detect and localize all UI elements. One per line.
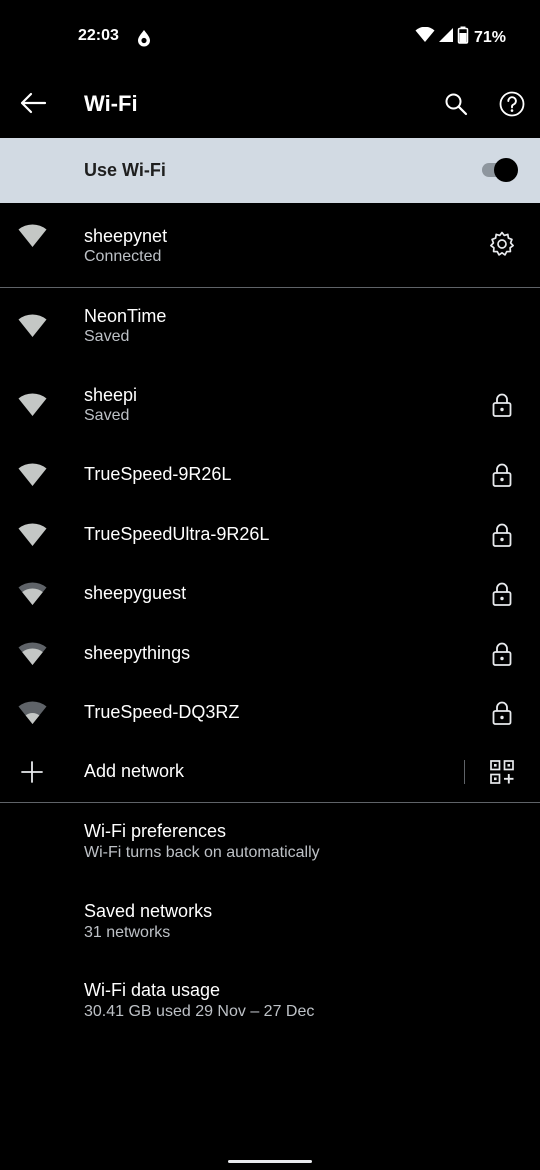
- preference-summary: Wi-Fi turns back on automatically: [84, 844, 320, 861]
- network-name: sheepythings: [84, 643, 191, 663]
- network-row[interactable]: TrueSpeedUltra-9R26L: [0, 505, 540, 565]
- network-name: TrueSpeed-DQ3RZ: [84, 702, 240, 722]
- lock-icon: [489, 700, 515, 726]
- wifi-three-bars-icon: [17, 582, 48, 606]
- use-wifi-label: Use Wi-Fi: [84, 160, 166, 180]
- add-network-label: Add network: [84, 761, 185, 781]
- preference-summary: 30.41 GB used 29 Nov – 27 Dec: [84, 1003, 315, 1020]
- network-name: sheepynet: [84, 226, 168, 246]
- wifi-full-icon: [17, 393, 48, 417]
- saved-networks-item[interactable]: Saved networks 31 networks: [0, 893, 540, 953]
- gear-icon: [489, 231, 515, 262]
- add-network-row[interactable]: Add network: [0, 742, 460, 802]
- wifi-full-icon: [17, 224, 48, 248]
- search-icon: [444, 92, 468, 121]
- network-status: Saved: [84, 407, 130, 424]
- wifi-preferences-item[interactable]: Wi-Fi preferences Wi-Fi turns back on au…: [0, 813, 540, 873]
- help-button[interactable]: [497, 91, 527, 121]
- help-icon: [499, 91, 525, 122]
- wifi-two-bars-icon: [17, 701, 48, 725]
- wifi-signal-icon: [415, 26, 435, 48]
- section-divider: [0, 802, 540, 803]
- back-button[interactable]: [16, 88, 50, 122]
- page-title: Wi-Fi: [84, 91, 138, 116]
- network-row[interactable]: sheepyguest: [0, 564, 540, 624]
- preference-title: Wi-Fi preferences: [84, 821, 227, 841]
- network-status: Saved: [84, 328, 130, 345]
- network-row[interactable]: TrueSpeed-9R26L: [0, 445, 540, 505]
- network-name: sheepyguest: [84, 583, 187, 603]
- wifi-three-bars-icon: [17, 642, 48, 666]
- network-row[interactable]: sheepythings: [0, 624, 540, 684]
- preference-title: Wi-Fi data usage: [84, 980, 221, 1000]
- add-network-separator: [464, 760, 465, 784]
- qr-scan-button[interactable]: [489, 759, 515, 785]
- network-name: sheepi: [84, 385, 138, 405]
- network-row[interactable]: NeonTime Saved: [0, 298, 540, 358]
- wifi-full-icon: [17, 314, 48, 338]
- section-divider: [0, 287, 540, 288]
- qr-code-scan-icon: [489, 760, 515, 789]
- battery-icon: [457, 26, 469, 49]
- app-bar: Wi-Fi: [0, 74, 540, 138]
- lock-icon: [489, 581, 515, 607]
- status-icons: 71%: [415, 26, 506, 49]
- connected-network-row[interactable]: sheepynet Connected: [0, 206, 540, 266]
- lock-icon: [489, 462, 515, 488]
- wifi-toggle[interactable]: [478, 158, 520, 182]
- network-name: TrueSpeedUltra-9R26L: [84, 524, 270, 544]
- drop-icon: [136, 29, 152, 47]
- network-name: TrueSpeed-9R26L: [84, 464, 232, 484]
- toggle-thumb: [494, 158, 518, 182]
- wifi-full-icon: [17, 463, 48, 487]
- plus-icon: [20, 760, 44, 784]
- status-time: 22:03: [78, 27, 119, 44]
- network-row[interactable]: TrueSpeed-DQ3RZ: [0, 683, 540, 743]
- status-bar: 22:03 71%: [0, 0, 540, 74]
- preference-summary: 31 networks: [84, 924, 171, 941]
- cell-signal-icon: [438, 27, 454, 48]
- network-row[interactable]: sheepi Saved: [0, 377, 540, 437]
- network-name: NeonTime: [84, 306, 167, 326]
- battery-percent: 71%: [473, 28, 506, 46]
- lock-icon: [489, 392, 515, 418]
- lock-icon: [489, 522, 515, 548]
- wifi-data-usage-item[interactable]: Wi-Fi data usage 30.41 GB used 29 Nov – …: [0, 972, 540, 1032]
- lock-icon: [489, 641, 515, 667]
- home-indicator[interactable]: [228, 1160, 312, 1163]
- network-status: Connected: [84, 248, 162, 265]
- wifi-full-icon: [17, 523, 48, 547]
- search-button[interactable]: [440, 90, 472, 122]
- network-settings-button[interactable]: [489, 231, 515, 262]
- back-arrow-icon: [19, 92, 47, 119]
- preference-title: Saved networks: [84, 901, 213, 921]
- use-wifi-bar[interactable]: Use Wi-Fi: [0, 138, 540, 203]
